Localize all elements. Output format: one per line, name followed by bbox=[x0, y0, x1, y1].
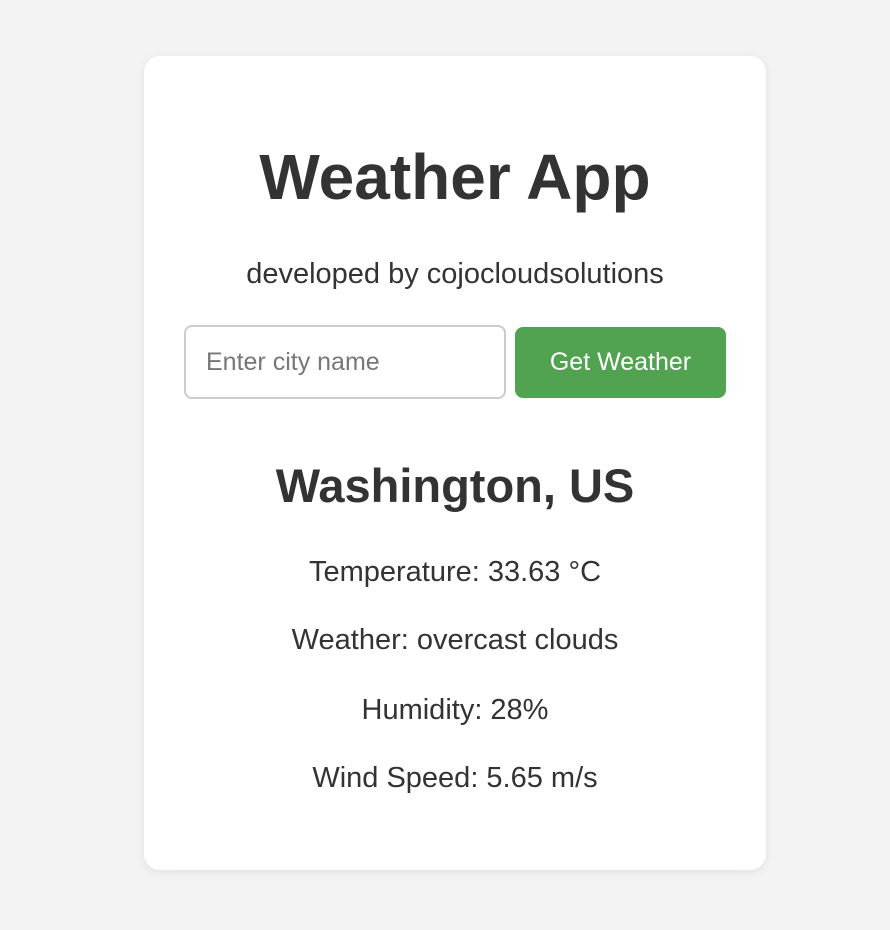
city-input[interactable] bbox=[184, 325, 506, 399]
weather-description-text: Weather: overcast clouds bbox=[291, 624, 619, 656]
app-subtitle: developed by cojocloudsolutions bbox=[246, 258, 664, 290]
temperature-text: Temperature: 33.63 °C bbox=[308, 556, 602, 588]
wind-speed-text: Wind Speed: 5.65 m/s bbox=[312, 762, 598, 794]
search-row: Get Weather bbox=[184, 325, 726, 399]
humidity-text: Humidity: 28% bbox=[361, 694, 549, 726]
app-title: Weather App bbox=[259, 141, 651, 213]
weather-card: Weather App developed by cojocloudsoluti… bbox=[144, 56, 766, 870]
location-heading: Washington, US bbox=[275, 459, 635, 512]
get-weather-button[interactable]: Get Weather bbox=[515, 327, 726, 398]
weather-result: Washington, US Temperature: 33.63 °C Wea… bbox=[144, 456, 766, 794]
